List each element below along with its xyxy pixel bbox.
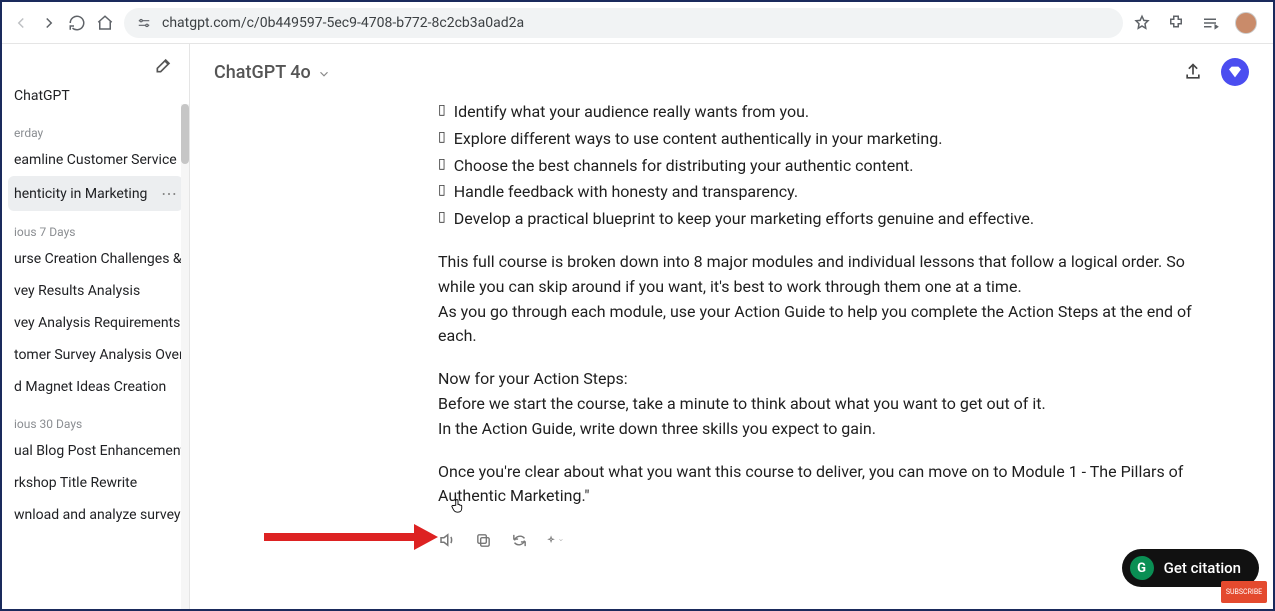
bullet-icon: ▯ <box>438 100 446 125</box>
share-icon[interactable] <box>1183 62 1203 82</box>
sidebar-item[interactable]: rkshop Title Rewrite <box>2 467 189 499</box>
sidebar-item[interactable]: eamline Customer Service Pro <box>2 144 189 176</box>
extensions-icon[interactable] <box>1167 14 1185 32</box>
star-icon[interactable] <box>1133 14 1151 32</box>
sidebar-item-active[interactable]: henticity in Marketing ⋯ <box>8 176 183 211</box>
reload-icon[interactable] <box>68 14 86 32</box>
chevron-down-icon <box>317 65 331 79</box>
profile-avatar[interactable] <box>1235 12 1257 34</box>
main-header: ChatGPT 4o <box>190 44 1273 100</box>
sidebar: ChatGPT erday eamline Customer Service P… <box>2 44 190 609</box>
read-aloud-icon[interactable] <box>438 531 456 549</box>
regenerate-icon[interactable] <box>510 531 528 549</box>
copy-icon[interactable] <box>474 531 492 549</box>
sidebar-top-item[interactable]: ChatGPT <box>2 80 189 112</box>
paragraph-text: This full course is broken down into 8 m… <box>438 250 1225 300</box>
cursor-hand-icon <box>449 497 467 519</box>
bullet-icon: ▯ <box>438 180 446 205</box>
back-icon[interactable] <box>12 14 30 32</box>
message-content: ▯ Identify what your audience really want… <box>190 100 1273 609</box>
sidebar-item[interactable]: tomer Survey Analysis Overvi <box>2 339 189 371</box>
forward-icon[interactable] <box>40 14 58 32</box>
sidebar-item[interactable]: urse Creation Challenges & Re <box>2 243 189 275</box>
sidebar-item[interactable]: d Magnet Ideas Creation <box>2 371 189 403</box>
subscribe-badge[interactable]: SUBSCRIBE <box>1221 581 1267 603</box>
message-actions <box>438 531 1225 549</box>
sidebar-item[interactable]: wnload and analyze survey da <box>2 499 189 531</box>
sidebar-section-label: ious 30 Days <box>2 403 189 435</box>
more-dots-icon[interactable]: ⋯ <box>155 184 177 203</box>
bullet-text: Handle feedback with honesty and transpa… <box>454 180 798 205</box>
bullet-text: Identify what your audience really wants… <box>454 100 809 125</box>
bullet-icon: ▯ <box>438 207 446 232</box>
url-bar[interactable]: chatgpt.com/c/0b449597-5ec9-4708-b772-8c… <box>124 8 1123 38</box>
sparkle-icon[interactable] <box>546 531 564 549</box>
model-label: ChatGPT 4o <box>214 62 311 83</box>
media-icon[interactable] <box>1201 14 1219 32</box>
bullet-text: Choose the best channels for distributin… <box>454 154 914 179</box>
site-settings-icon[interactable] <box>136 15 152 31</box>
sidebar-item-label: henticity in Marketing <box>14 186 147 202</box>
sidebar-section-label: ious 7 Days <box>2 211 189 243</box>
browser-toolbar: chatgpt.com/c/0b449597-5ec9-4708-b772-8c… <box>2 2 1273 44</box>
grammarly-icon: G <box>1130 556 1154 580</box>
paragraph-text: Now for your Action Steps: <box>438 367 1225 392</box>
home-icon[interactable] <box>96 14 114 32</box>
premium-icon[interactable] <box>1221 58 1249 86</box>
sidebar-item[interactable]: vey Analysis Requirements Cl <box>2 307 189 339</box>
bullet-text: Explore different ways to use content au… <box>454 127 943 152</box>
sidebar-section-label: erday <box>2 112 189 144</box>
url-text: chatgpt.com/c/0b449597-5ec9-4708-b772-8c… <box>162 15 524 31</box>
bullet-text: Develop a practical blueprint to keep yo… <box>454 207 1034 232</box>
compose-icon[interactable] <box>153 54 175 76</box>
sidebar-item[interactable]: vey Results Analysis <box>2 275 189 307</box>
paragraph-text: In the Action Guide, write down three sk… <box>438 417 1225 442</box>
paragraph-text: As you go through each module, use your … <box>438 300 1225 350</box>
sidebar-item[interactable]: ual Blog Post Enhancement <box>2 435 189 467</box>
sidebar-scrollbar[interactable] <box>181 104 189 609</box>
paragraph-text: Once you're clear about what you want th… <box>438 460 1225 510</box>
citation-label: Get citation <box>1164 559 1241 577</box>
bullet-icon: ▯ <box>438 127 446 152</box>
bullet-icon: ▯ <box>438 154 446 179</box>
paragraph-text: Before we start the course, take a minut… <box>438 392 1225 417</box>
model-selector[interactable]: ChatGPT 4o <box>214 62 331 83</box>
